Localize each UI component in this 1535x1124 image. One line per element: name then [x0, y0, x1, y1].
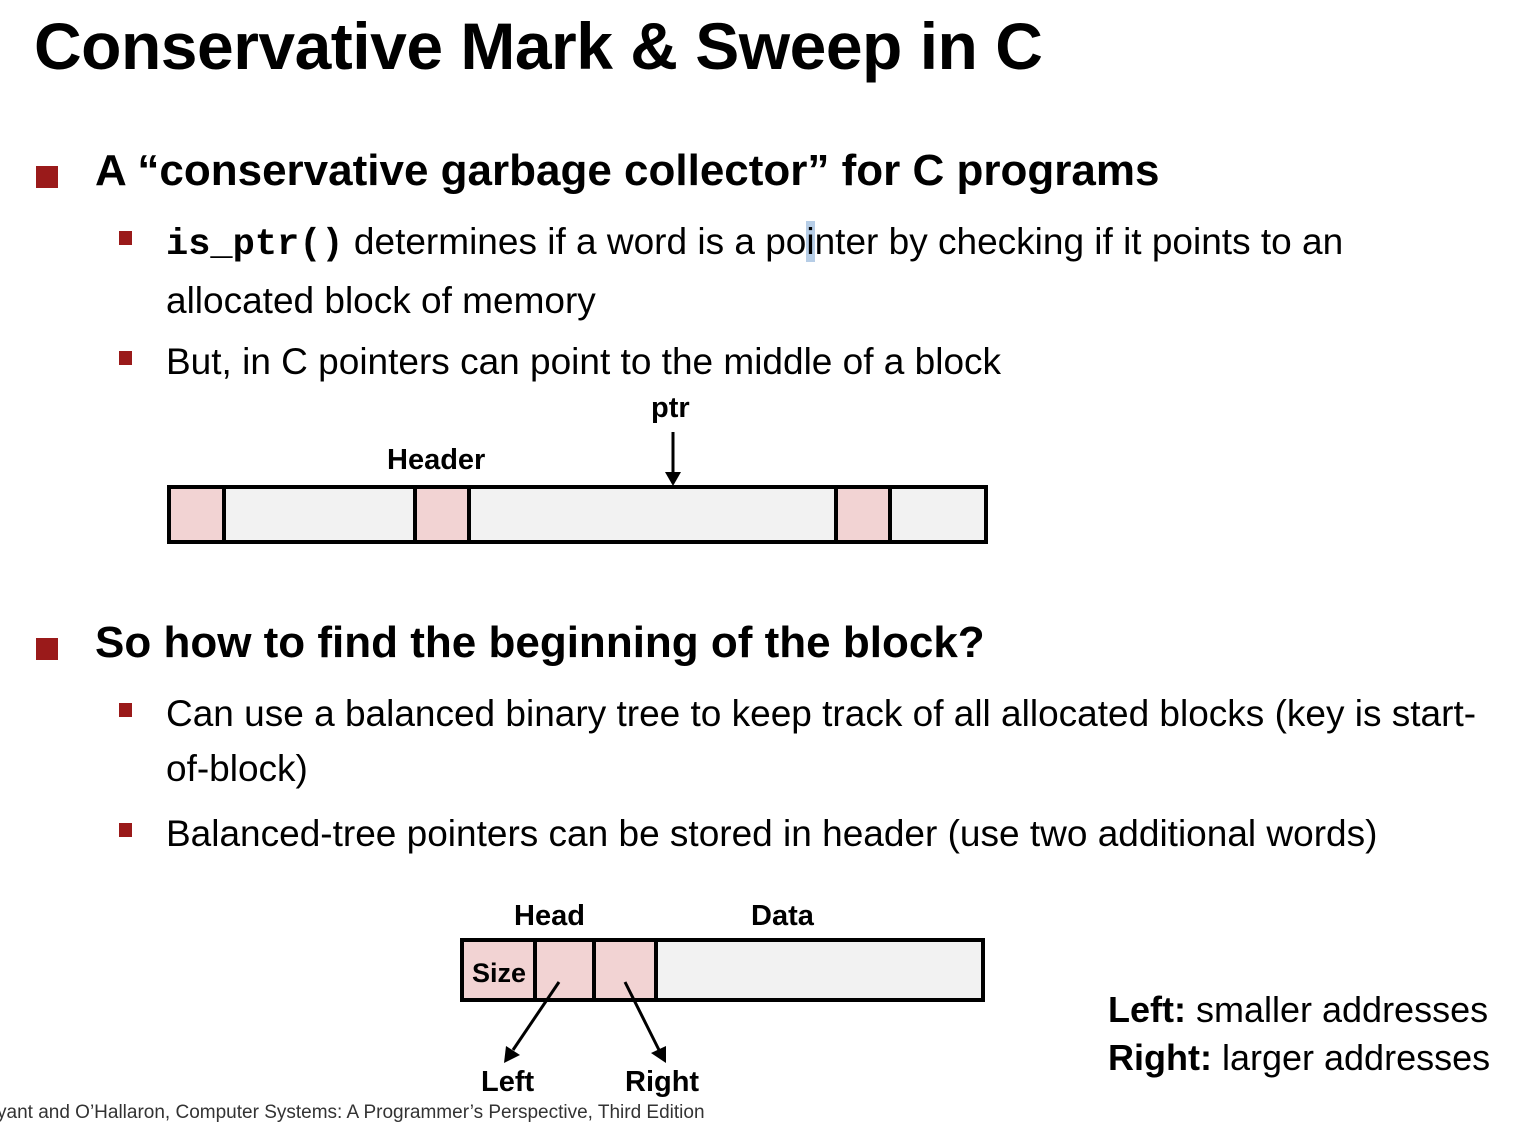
text-cursor: i [806, 221, 815, 262]
legend-left-desc: smaller addresses [1185, 989, 1489, 1030]
right-label: Right [625, 1066, 700, 1098]
memory-data-cell-3 [888, 485, 988, 544]
header-label: Header [387, 444, 486, 476]
section-bullet-1 [36, 166, 58, 188]
memory-header-cell-3 [834, 485, 892, 544]
bullet-balanced-tree: Can use a balanced binary tree to keep t… [166, 693, 1477, 789]
slide-title: Conservative Mark & Sweep in C [34, 9, 1043, 83]
section-bullet-2 [36, 638, 58, 660]
bullet-is-ptr: is_ptr() determines if a word is a point… [166, 214, 1496, 328]
legend-right: Right: larger addresses [1108, 1034, 1490, 1082]
sub-bullet-2 [119, 351, 132, 365]
memory-header-cell-1 [167, 485, 226, 544]
bullet-tree-pointers: Balanced-tree pointers can be stored in … [166, 813, 1378, 854]
legend-right-desc: larger addresses [1211, 1037, 1491, 1078]
section-heading-1: A “conservative garbage collector” for C… [95, 146, 1160, 195]
footer-citation: Bryant and O’Hallaron, Computer Systems:… [0, 1102, 705, 1123]
sub-bullet-1 [119, 231, 132, 245]
tree-pointer-arrows [504, 981, 666, 1063]
legend-left: Left: smaller addresses [1108, 986, 1488, 1034]
data-label: Data [751, 900, 814, 932]
code-is-ptr: is_ptr() [166, 224, 344, 266]
left-label: Left [481, 1066, 535, 1098]
ptr-arrow [665, 432, 681, 486]
legend-left-term: Left: [1108, 989, 1186, 1030]
data-cell [654, 938, 985, 1002]
ptr-label: ptr [651, 392, 690, 424]
memory-header-cell-2 [413, 485, 471, 544]
head-label: Head [514, 900, 585, 932]
memory-data-cell-2 [467, 485, 839, 544]
sub-bullet-3 [119, 703, 132, 717]
bullet-middle-of-block: But, in C pointers can point to the midd… [166, 341, 1002, 382]
bullet-is-ptr-text-a: determines if a word is a po [343, 221, 807, 262]
legend-right-term: Right: [1108, 1037, 1212, 1078]
sub-bullet-4 [119, 823, 132, 837]
section-heading-2: So how to find the beginning of the bloc… [95, 618, 985, 667]
memory-data-cell-1 [222, 485, 418, 544]
